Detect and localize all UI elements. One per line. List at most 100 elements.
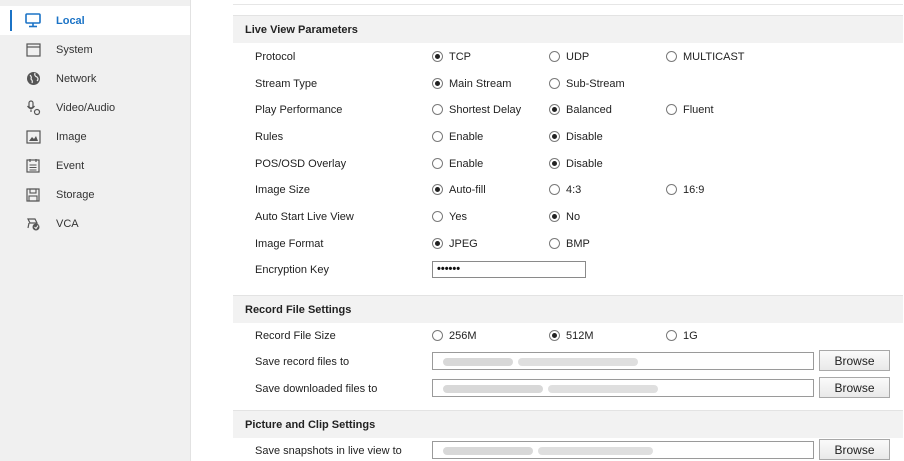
- radio-circle[interactable]: [432, 184, 443, 195]
- floppy-disk-icon: [25, 187, 41, 203]
- image-size-label: Image Size: [255, 183, 311, 196]
- perf-fluent-radio[interactable]: Fluent: [666, 104, 714, 116]
- protocol-tcp-radio[interactable]: TCP: [432, 51, 471, 63]
- record-size-256m-radio[interactable]: 256M: [432, 330, 477, 342]
- radio-circle[interactable]: [549, 131, 560, 142]
- vca-camera-icon: [25, 216, 41, 232]
- protocol-label: Protocol: [255, 50, 296, 63]
- radio-label: Main Stream: [449, 77, 512, 90]
- record-size-1g-radio[interactable]: 1G: [666, 330, 698, 342]
- stream-main-radio[interactable]: Main Stream: [432, 78, 511, 90]
- sidebar-item-label: Network: [56, 72, 97, 85]
- sidebar-item-label: System: [56, 43, 93, 56]
- radio-label: 16:9: [683, 183, 705, 196]
- radio-circle[interactable]: [666, 104, 677, 115]
- pos-osd-label: POS/OSD Overlay: [255, 157, 347, 170]
- sidebar-item-event[interactable]: Event: [0, 151, 190, 180]
- sidebar-item-label: Image: [56, 130, 87, 143]
- stream-sub-radio[interactable]: Sub-Stream: [549, 78, 625, 90]
- image-icon: [25, 129, 41, 145]
- sidebar-item-vca[interactable]: VCA: [0, 209, 190, 238]
- radio-circle[interactable]: [432, 158, 443, 169]
- radio-circle[interactable]: [666, 51, 677, 62]
- radio-label: Auto-fill: [449, 183, 486, 196]
- save-record-browse-button[interactable]: Browse: [819, 350, 890, 371]
- auto-start-label: Auto Start Live View: [255, 210, 354, 223]
- radio-label: Fluent: [683, 103, 714, 116]
- radio-label: 256M: [449, 329, 477, 342]
- image-format-bmp-radio[interactable]: BMP: [549, 238, 590, 250]
- image-size-4-3-radio[interactable]: 4:3: [549, 184, 581, 196]
- row-record-file-size: Record File Size 256M 512M 1G: [233, 322, 903, 349]
- microphone-camera-icon: [25, 99, 41, 116]
- radio-circle[interactable]: [549, 158, 560, 169]
- radio-label: Shortest Delay: [449, 103, 522, 116]
- save-downloaded-browse-button[interactable]: Browse: [819, 377, 890, 398]
- sidebar-item-local[interactable]: Local: [0, 6, 190, 35]
- globe-icon: [25, 71, 41, 87]
- radio-circle[interactable]: [432, 131, 443, 142]
- encryption-key-input[interactable]: ••••••: [432, 261, 586, 278]
- row-save-snapshots: Save snapshots in live view to Browse: [233, 437, 903, 461]
- rules-enable-radio[interactable]: Enable: [432, 131, 483, 143]
- auto-start-yes-radio[interactable]: Yes: [432, 211, 467, 223]
- radio-label: Sub-Stream: [566, 77, 625, 90]
- image-size-16-9-radio[interactable]: 16:9: [666, 184, 704, 196]
- row-rules: Rules Enable Disable: [233, 123, 903, 150]
- protocol-multicast-radio[interactable]: MULTICAST: [666, 51, 745, 63]
- radio-label: Yes: [449, 210, 467, 223]
- radio-circle[interactable]: [549, 51, 560, 62]
- radio-circle[interactable]: [432, 330, 443, 341]
- save-record-label: Save record files to: [255, 355, 350, 368]
- radio-circle[interactable]: [549, 238, 560, 249]
- radio-circle[interactable]: [666, 330, 677, 341]
- image-format-jpeg-radio[interactable]: JPEG: [432, 238, 478, 250]
- sidebar-item-label: Event: [56, 159, 85, 172]
- sidebar-item-system[interactable]: System: [0, 35, 190, 64]
- radio-circle[interactable]: [432, 104, 443, 115]
- row-play-performance: Play Performance Shortest Delay Balanced…: [233, 96, 903, 123]
- radio-circle[interactable]: [432, 51, 443, 62]
- radio-label: Enable: [449, 130, 484, 143]
- radio-label: 512M: [566, 329, 594, 342]
- radio-label: TCP: [449, 50, 471, 63]
- protocol-udp-radio[interactable]: UDP: [549, 51, 589, 63]
- image-size-autofill-radio[interactable]: Auto-fill: [432, 184, 486, 196]
- sidebar-item-label: VCA: [56, 217, 79, 230]
- radio-circle[interactable]: [549, 78, 560, 89]
- save-snapshots-path-input[interactable]: [432, 441, 814, 459]
- radio-circle[interactable]: [432, 211, 443, 222]
- save-downloaded-path-input[interactable]: [432, 379, 814, 397]
- row-pos-osd: POS/OSD Overlay Enable Disable: [233, 150, 903, 177]
- record-size-512m-radio[interactable]: 512M: [549, 330, 594, 342]
- save-record-path-input[interactable]: [432, 352, 814, 370]
- radio-label: No: [566, 210, 581, 223]
- radio-circle[interactable]: [549, 211, 560, 222]
- save-snapshots-label: Save snapshots in live view to: [255, 444, 402, 457]
- radio-label: Disable: [566, 157, 603, 170]
- save-snapshots-browse-button[interactable]: Browse: [819, 439, 890, 460]
- radio-circle[interactable]: [666, 184, 677, 195]
- sidebar-item-video-audio[interactable]: Video/Audio: [0, 93, 190, 122]
- radio-circle[interactable]: [549, 184, 560, 195]
- radio-circle[interactable]: [432, 238, 443, 249]
- sidebar-item-image[interactable]: Image: [0, 122, 190, 151]
- row-image-format: Image Format JPEG BMP: [233, 230, 903, 257]
- save-downloaded-label: Save downloaded files to: [255, 382, 378, 395]
- radio-circle[interactable]: [549, 104, 560, 115]
- perf-balanced-radio[interactable]: Balanced: [549, 104, 612, 116]
- sidebar-item-storage[interactable]: Storage: [0, 180, 190, 209]
- pos-osd-disable-radio[interactable]: Disable: [549, 158, 603, 170]
- perf-shortest-delay-radio[interactable]: Shortest Delay: [432, 104, 521, 116]
- redacted-path: [443, 447, 533, 455]
- radio-circle[interactable]: [432, 78, 443, 89]
- sidebar-item-network[interactable]: Network: [0, 64, 190, 93]
- auto-start-no-radio[interactable]: No: [549, 211, 580, 223]
- radio-label: MULTICAST: [683, 50, 745, 63]
- rules-disable-radio[interactable]: Disable: [549, 131, 603, 143]
- record-file-size-label: Record File Size: [255, 329, 336, 342]
- radio-circle[interactable]: [549, 330, 560, 341]
- row-save-downloaded: Save downloaded files to Browse: [233, 375, 903, 402]
- sidebar: Local System Network Video/Audio Image E…: [0, 0, 191, 461]
- pos-osd-enable-radio[interactable]: Enable: [432, 158, 483, 170]
